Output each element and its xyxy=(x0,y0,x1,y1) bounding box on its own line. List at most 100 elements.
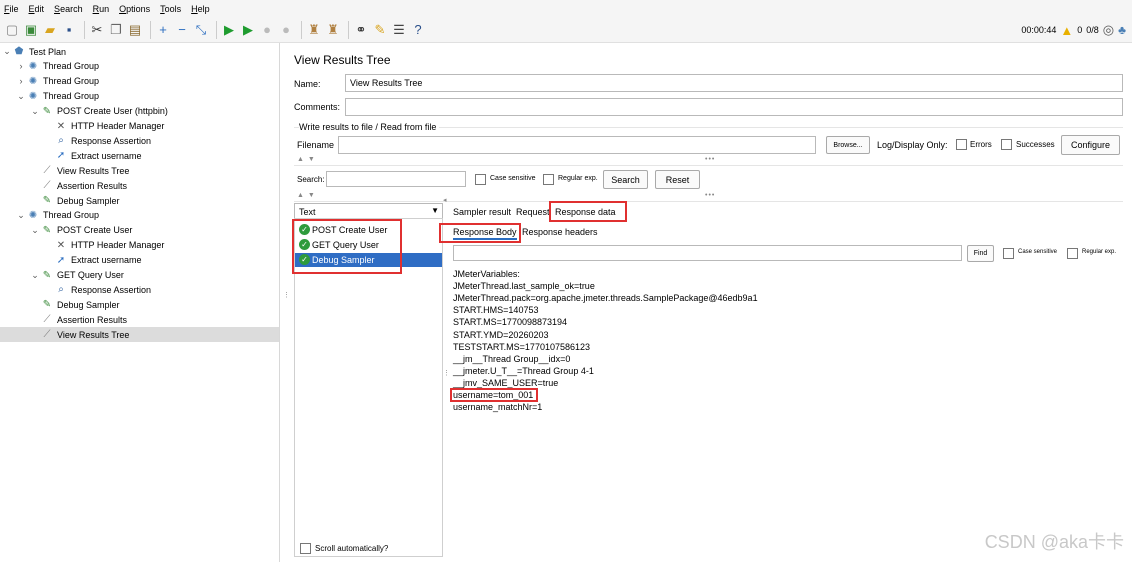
tree-node[interactable]: ⟋ Assertion Results xyxy=(0,178,279,193)
search-icon[interactable]: ⚭ xyxy=(353,22,369,38)
tree-node[interactable]: ⟋ View Results Tree xyxy=(0,163,279,178)
tab-response-headers[interactable]: Response headers xyxy=(522,227,598,237)
expand-icon[interactable]: + xyxy=(155,22,171,38)
tree-node[interactable]: ➚ Extract username xyxy=(0,253,279,268)
filename-field[interactable] xyxy=(338,136,816,154)
chevron-down-icon[interactable]: ⌄ xyxy=(2,46,12,57)
remote-icon[interactable]: ◎ xyxy=(1103,22,1114,38)
scroll-auto-checkbox[interactable] xyxy=(300,543,311,554)
tree-node-label: Thread Group xyxy=(43,91,100,102)
response-line: START.YMD=20260203 xyxy=(453,329,549,340)
help-icon[interactable]: ? xyxy=(410,22,426,38)
menu-options[interactable]: Options xyxy=(119,4,150,14)
comments-field[interactable] xyxy=(345,98,1123,116)
tree-node[interactable]: ⌄ ✺ Thread Group xyxy=(0,208,279,223)
tree-node[interactable]: ✎ Debug Sampler xyxy=(0,297,279,312)
search-input[interactable] xyxy=(326,171,466,187)
menu-tools[interactable]: Tools xyxy=(160,4,181,14)
tree-node[interactable]: ✕ HTTP Header Manager xyxy=(0,119,279,134)
collapse-left-icon[interactable]: ◂ xyxy=(443,196,448,204)
find-regex-checkbox[interactable] xyxy=(1067,248,1078,259)
tree-node[interactable]: ⌄ ✎ GET Query User xyxy=(0,268,279,283)
stop-icon[interactable]: ● xyxy=(259,22,275,38)
menu-search[interactable]: Search xyxy=(54,4,83,14)
clear-icon[interactable]: ♜ xyxy=(306,22,322,38)
magnifier-icon: ⌕ xyxy=(58,135,64,147)
chevron-down-icon[interactable]: ⌄ xyxy=(30,225,40,236)
vertical-split-handle-2[interactable]: ⋮ xyxy=(443,369,451,377)
menu-help[interactable]: Help xyxy=(191,4,210,14)
collapse-icon[interactable]: − xyxy=(174,22,190,38)
vertical-split-handle[interactable]: ⋮ xyxy=(283,291,291,299)
tree-node[interactable]: ⌕ Response Assertion xyxy=(0,282,279,297)
chevron-down-icon[interactable]: ⌄ xyxy=(30,106,40,117)
open-icon[interactable]: ▰ xyxy=(42,22,58,38)
save-icon[interactable]: ▪ xyxy=(61,22,77,38)
tree-node[interactable]: › ✺ Thread Group xyxy=(0,74,279,89)
split-handle[interactable]: ••• xyxy=(705,156,715,163)
tree-node-label: GET Query User xyxy=(57,270,124,280)
split-arrows-2[interactable]: ▲ ▼ xyxy=(297,192,316,199)
tree-node[interactable]: ✎ Debug Sampler xyxy=(0,193,279,208)
tab-sampler-result[interactable]: Sampler result xyxy=(453,207,511,217)
tree-node[interactable]: ⟋ Assertion Results xyxy=(0,312,279,327)
search-button[interactable]: Search xyxy=(603,170,648,189)
start-no-pause-icon[interactable]: ▶ xyxy=(240,22,256,38)
tree-node[interactable]: ⌄ ✎ POST Create User xyxy=(0,223,279,238)
regex-checkbox[interactable] xyxy=(543,174,554,185)
toggle-icon[interactable]: ⤡ xyxy=(193,22,209,38)
configure-button[interactable]: Configure xyxy=(1061,135,1120,155)
response-line: __jmeter.U_T__=Thread Group 4-1 xyxy=(453,365,594,376)
reset-search-icon[interactable]: ✎ xyxy=(372,22,388,38)
paste-icon[interactable]: ▤ xyxy=(127,22,143,38)
chevron-down-icon[interactable]: ⌄ xyxy=(30,270,40,281)
case-sensitive-checkbox[interactable] xyxy=(475,174,486,185)
chevron-down-icon[interactable]: ⌄ xyxy=(16,91,26,102)
highlight-response-body xyxy=(439,223,521,243)
warning-icon[interactable]: ▲ xyxy=(1060,23,1073,38)
menu-edit[interactable]: Edit xyxy=(29,4,45,14)
name-label: Name: xyxy=(294,79,321,89)
function-helper-icon[interactable]: ☰ xyxy=(391,22,407,38)
chevron-right-icon[interactable]: › xyxy=(16,61,26,71)
browse-button[interactable]: Browse... xyxy=(826,136,870,154)
pen-icon: ✎ xyxy=(42,195,52,206)
name-field[interactable]: View Results Tree xyxy=(345,74,1123,92)
page-title: View Results Tree xyxy=(294,53,391,67)
find-case-checkbox[interactable] xyxy=(1003,248,1014,259)
copy-icon[interactable]: ❐ xyxy=(108,22,124,38)
new-icon[interactable]: ▢ xyxy=(4,22,20,38)
split-arrows[interactable]: ▲ ▼ xyxy=(297,156,316,163)
menu-run[interactable]: Run xyxy=(93,4,110,14)
find-input[interactable] xyxy=(453,245,962,261)
error-count: 0 xyxy=(1077,25,1083,35)
shutdown-icon[interactable]: ● xyxy=(278,22,294,38)
tree-node-label: POST Create User xyxy=(57,225,133,236)
templates-icon[interactable]: ▣ xyxy=(23,22,39,38)
find-button[interactable]: Find xyxy=(967,245,994,262)
split-handle-2[interactable]: ••• xyxy=(705,192,715,199)
clear-all-icon[interactable]: ♜ xyxy=(325,22,341,38)
chevron-right-icon[interactable]: › xyxy=(16,76,26,86)
tree-node[interactable]: ➚ Extract username xyxy=(0,148,279,163)
tree-node[interactable]: ⟋ View Results Tree xyxy=(0,327,279,343)
pen-icon: ✎ xyxy=(42,224,52,236)
tree-node[interactable]: ⌄ ✺ Thread Group xyxy=(0,89,279,104)
chevron-down-icon[interactable]: ⌄ xyxy=(16,210,26,221)
tree-node[interactable]: ✕ HTTP Header Manager xyxy=(0,238,279,253)
tree-node[interactable]: ⌄ ✎ POST Create User (httpbin) xyxy=(0,104,279,119)
gear-icon: ✺ xyxy=(28,60,38,72)
start-icon[interactable]: ▶ xyxy=(221,22,237,38)
tab-request[interactable]: Request xyxy=(516,207,550,217)
cut-icon[interactable]: ✂ xyxy=(89,22,105,38)
test-plan-tree: ⌄ ⬟ Test Plan › ✺ Thread Group › ✺ Thread Group ⌄… xyxy=(0,43,280,562)
extractor-icon: ➚ xyxy=(56,150,66,162)
remote-engines-icon[interactable]: ♣ xyxy=(1118,23,1126,37)
errors-checkbox[interactable] xyxy=(956,139,967,150)
tree-node[interactable]: › ✺ Thread Group xyxy=(0,59,279,74)
reset-button[interactable]: Reset xyxy=(655,170,700,189)
tree-node[interactable]: ⌕ Response Assertion xyxy=(0,133,279,148)
successes-checkbox[interactable] xyxy=(1001,139,1012,150)
menu-file[interactable]: File xyxy=(4,4,19,14)
tree-node[interactable]: ⌄ ⬟ Test Plan xyxy=(0,44,279,59)
